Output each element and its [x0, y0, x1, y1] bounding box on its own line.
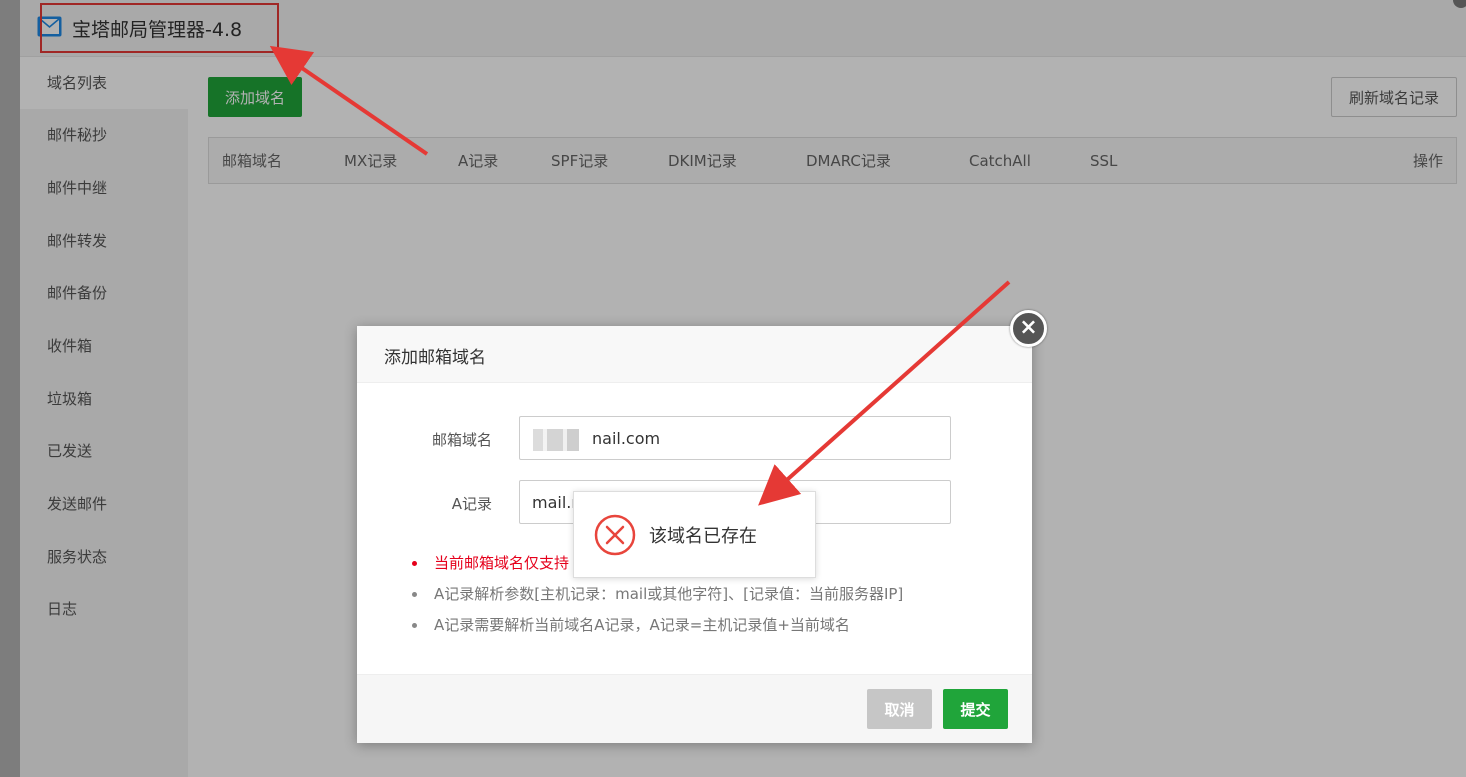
redacted-text — [533, 429, 579, 451]
domain-field-label: 邮箱域名 — [431, 431, 492, 449]
error-x-icon — [594, 514, 636, 556]
domain-field[interactable] — [519, 416, 951, 460]
error-toast: 该域名已存在 — [573, 491, 816, 578]
tip-item: A记录需要解析当前域名A记录，A记录=主机记录值+当前域名 — [409, 610, 903, 641]
dialog-footer: 取消 提交 — [357, 674, 1032, 743]
cancel-button[interactable]: 取消 — [867, 689, 932, 729]
submit-button[interactable]: 提交 — [943, 689, 1008, 729]
toast-message: 该域名已存在 — [649, 526, 757, 547]
tip-item: A记录解析参数[主机记录：mail或其他字符]、[记录值：当前服务器IP] — [409, 579, 903, 610]
close-icon[interactable]: × — [1010, 310, 1047, 347]
dialog-title: 添加邮箱域名 — [384, 348, 486, 368]
a-record-field-label: A记录 — [451, 495, 492, 513]
dialog-header: 添加邮箱域名 — [357, 326, 1032, 383]
